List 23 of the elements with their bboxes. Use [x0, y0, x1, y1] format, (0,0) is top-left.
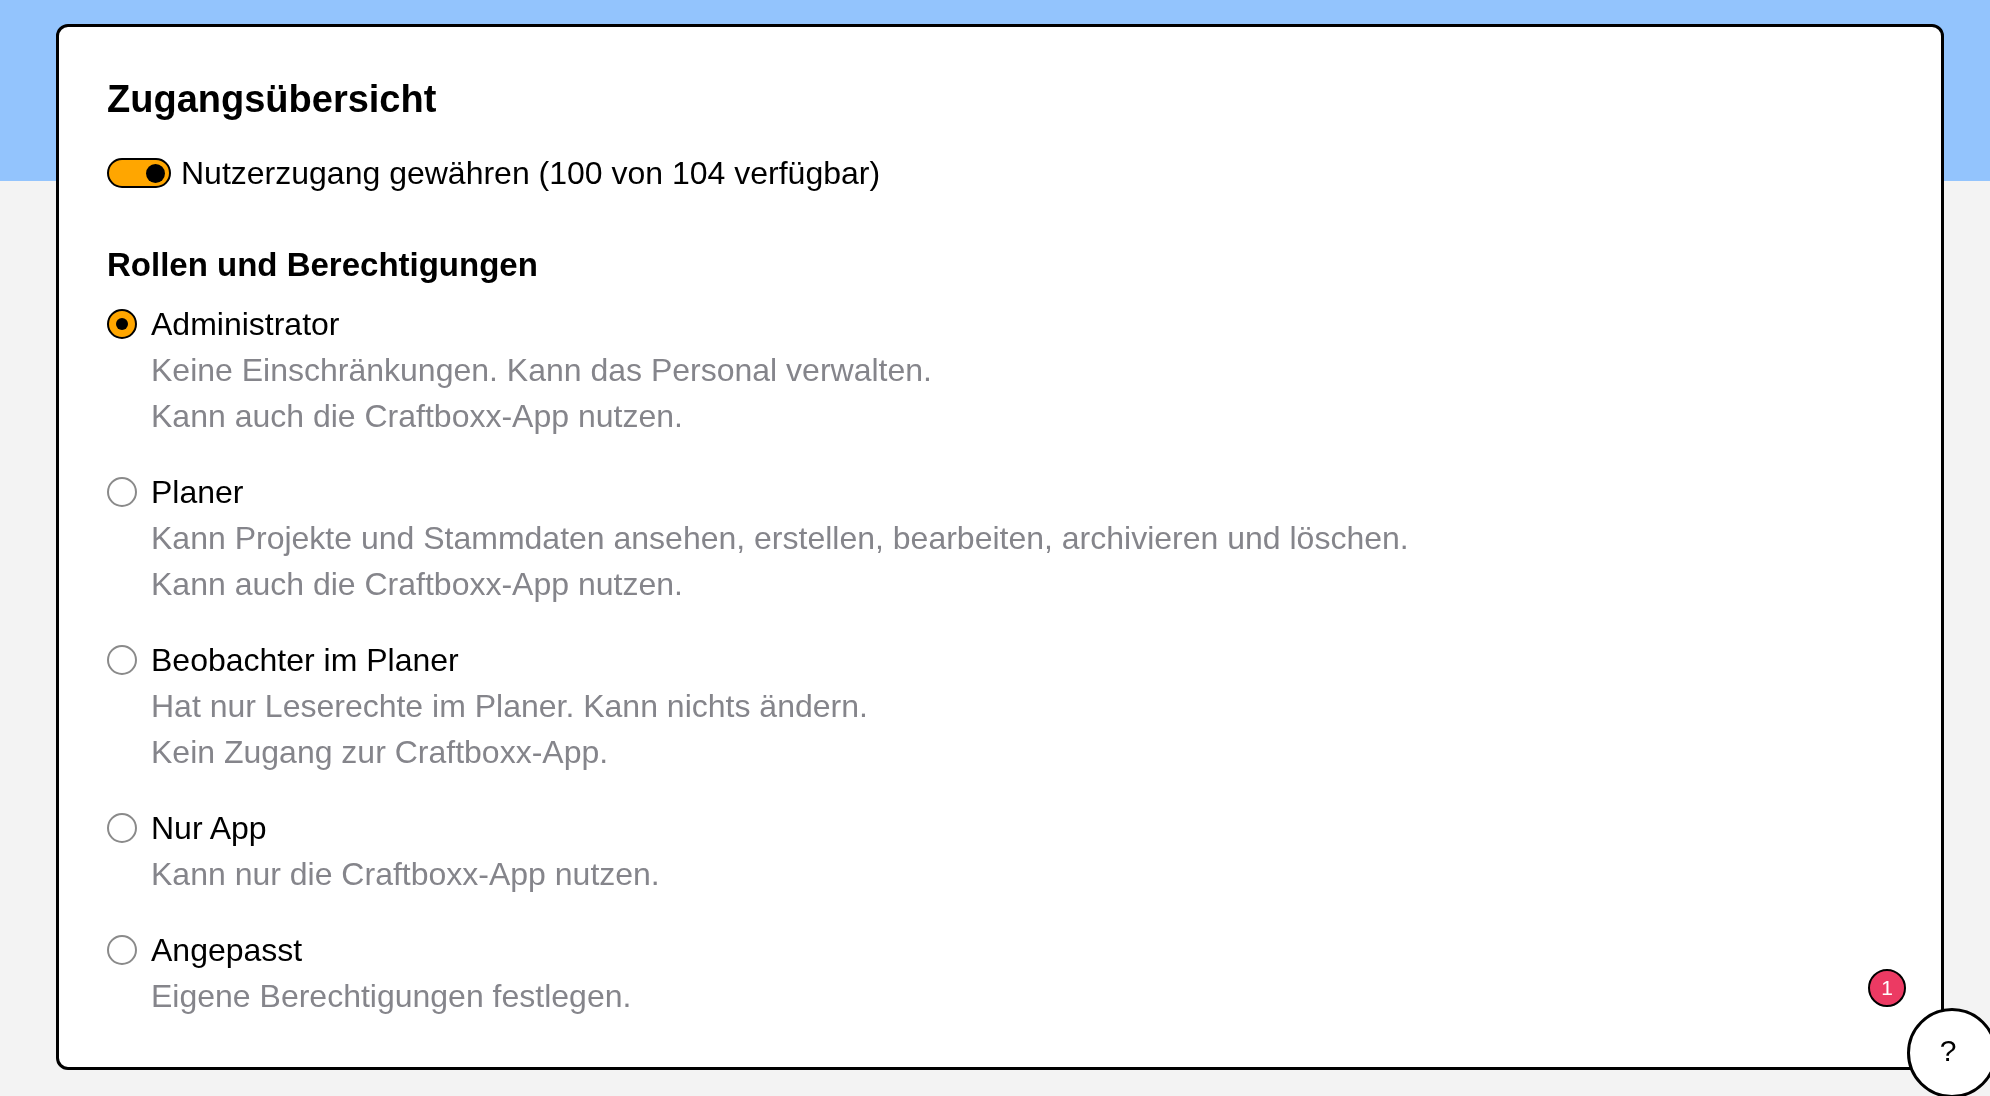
role-description: Kein Zugang zur Craftboxx-App.: [151, 733, 609, 772]
role-label: Beobachter im Planer: [151, 641, 459, 680]
radio-button[interactable]: [107, 813, 137, 843]
radio-button[interactable]: [107, 477, 137, 507]
role-description: Kann Projekte und Stammdaten ansehen, erstellen, bearbeiten, archivieren und löschen.: [151, 519, 1409, 558]
help-button[interactable]: ?: [1907, 1008, 1990, 1096]
role-label: Planer: [151, 473, 244, 512]
page-title: Zugangsübersicht: [107, 79, 437, 119]
role-label: Nur App: [151, 809, 267, 848]
radio-button[interactable]: [107, 935, 137, 965]
radio-button[interactable]: [107, 309, 137, 339]
section-heading: Rollen und Berechtigungen: [107, 245, 538, 285]
role-description: Kann auch die Craftboxx-App nutzen.: [151, 565, 683, 604]
toggle-label: Nutzerzugang gewähren (100 von 104 verfügbar): [181, 155, 881, 191]
role-description: Eigene Berechtigungen festlegen.: [151, 977, 632, 1016]
role-description: Kann nur die Craftboxx-App nutzen.: [151, 855, 660, 894]
role-description: Keine Einschränkungen. Kann das Personal verwalten.: [151, 351, 932, 390]
access-toggle[interactable]: [107, 158, 171, 188]
radio-button[interactable]: [107, 645, 137, 675]
role-description: Hat nur Leserechte im Planer. Kann nichts ändern.: [151, 687, 868, 726]
role-label: Angepasst: [151, 931, 303, 970]
role-label: Administrator: [151, 305, 340, 344]
role-description: Kann auch die Craftboxx-App nutzen.: [151, 397, 683, 436]
